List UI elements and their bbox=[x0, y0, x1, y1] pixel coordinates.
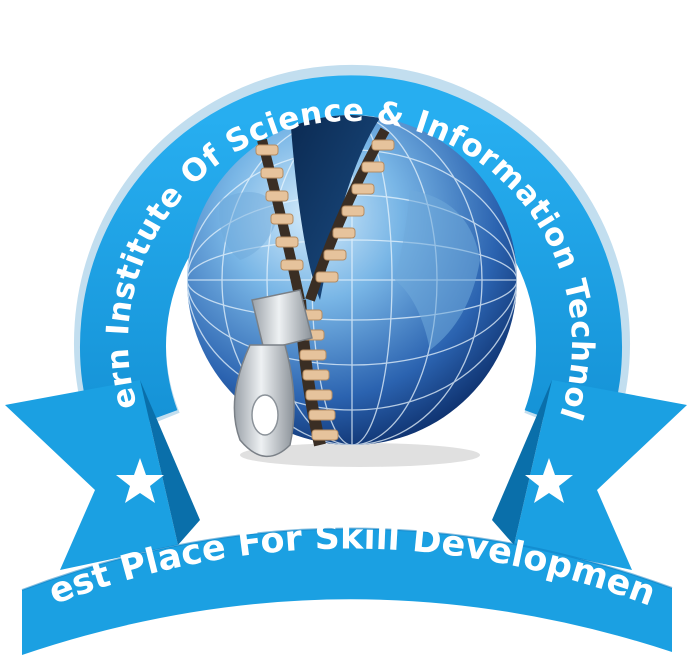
logo-emblem: Modern Institute Of Science & Informatio… bbox=[0, 0, 687, 655]
